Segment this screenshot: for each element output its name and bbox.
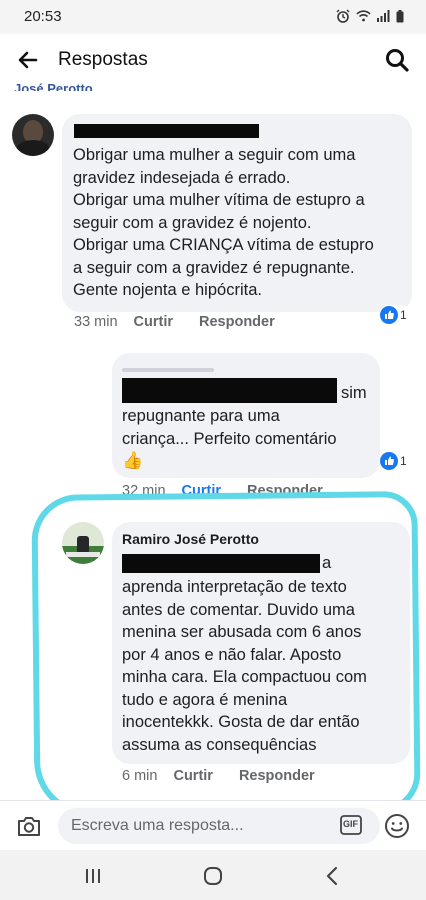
comment-time: 33 min bbox=[74, 314, 118, 330]
comment-text: repugnante para uma criança... Perfeito … bbox=[122, 407, 337, 448]
camera-icon[interactable] bbox=[16, 814, 42, 838]
gif-label: GIF bbox=[343, 819, 358, 829]
home-icon[interactable] bbox=[202, 865, 224, 887]
comment-meta: 6 min Curtir Responder bbox=[122, 768, 341, 784]
like-reaction-icon bbox=[380, 306, 398, 324]
reaction-badge[interactable]: 1 bbox=[379, 451, 411, 471]
comment-time: 32 min bbox=[122, 483, 166, 499]
comment-time: 6 min bbox=[122, 768, 158, 784]
avatar[interactable] bbox=[12, 114, 54, 156]
comment-meta: 33 min Curtir Responder bbox=[74, 314, 301, 330]
recent-apps-icon[interactable] bbox=[82, 865, 104, 887]
gif-button[interactable]: GIF bbox=[340, 815, 362, 835]
emoji-icon[interactable] bbox=[384, 813, 410, 839]
reaction-badge[interactable]: 1 bbox=[379, 305, 411, 325]
reply-input[interactable] bbox=[58, 808, 380, 844]
cut-off-author-line bbox=[122, 368, 214, 372]
comment-author[interactable]: Ramiro José Perotto bbox=[122, 531, 259, 547]
page-title: Respostas bbox=[58, 49, 148, 70]
redacted-mention bbox=[122, 554, 320, 573]
status-icons bbox=[336, 9, 404, 23]
reply-button[interactable]: Responder bbox=[199, 314, 275, 330]
like-button[interactable]: Curtir bbox=[134, 314, 173, 330]
signal-icon bbox=[377, 10, 390, 22]
redacted-author-name bbox=[122, 378, 337, 403]
mention-suffix: a bbox=[322, 554, 332, 572]
battery-icon bbox=[396, 9, 404, 22]
arrow-left-icon[interactable] bbox=[16, 48, 40, 72]
comment-text-inline: sim bbox=[341, 384, 367, 402]
reaction-count: 1 bbox=[400, 308, 407, 322]
redacted-author-name bbox=[74, 124, 259, 138]
back-nav-icon[interactable] bbox=[322, 865, 344, 887]
compose-bar bbox=[0, 800, 426, 850]
status-time: 20:53 bbox=[24, 8, 62, 25]
comment-text: Obrigar uma mulher a seguir com uma grav… bbox=[73, 146, 374, 299]
like-button[interactable]: Curtir bbox=[173, 768, 212, 784]
cut-off-author-name[interactable]: José Perotto bbox=[14, 79, 93, 91]
status-bar: 20:53 bbox=[0, 0, 426, 34]
avatar[interactable] bbox=[62, 522, 104, 564]
wifi-icon bbox=[356, 10, 371, 22]
like-reaction-icon bbox=[380, 452, 398, 470]
comment-meta: 32 min Curtir Responder bbox=[122, 483, 349, 499]
search-icon[interactable] bbox=[384, 47, 410, 73]
comment-text: aprenda interpretação de texto antes de … bbox=[122, 578, 367, 754]
system-nav-bar bbox=[0, 850, 426, 900]
alarm-icon bbox=[336, 9, 350, 23]
thumbs-up-emoji: 👍 bbox=[122, 451, 144, 470]
reply-button[interactable]: Responder bbox=[239, 768, 315, 784]
like-button[interactable]: Curtir bbox=[182, 483, 221, 499]
reaction-count: 1 bbox=[400, 454, 407, 468]
reply-button[interactable]: Responder bbox=[247, 483, 323, 499]
